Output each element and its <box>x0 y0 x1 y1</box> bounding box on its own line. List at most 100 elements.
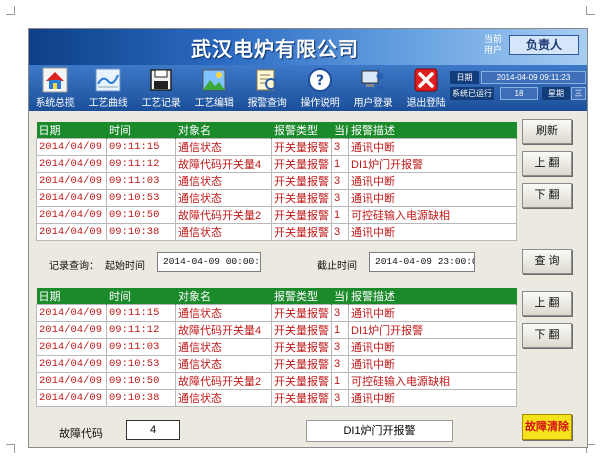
toolbar-item-process-curve[interactable]: 工艺曲线 <box>82 67 134 109</box>
process-curve-icon <box>95 68 121 92</box>
table-cell: 09:10:50 <box>106 372 176 390</box>
user-login-icon <box>361 70 386 91</box>
table-cell: 2014/04/09 <box>36 172 107 190</box>
table-cell: 开关量报警 <box>271 389 332 407</box>
table-row[interactable]: 2014/04/09 09:11:15 通信状态 开关量报警 3 通讯中断 <box>36 138 517 156</box>
refresh-button[interactable]: 刷新 <box>522 119 572 144</box>
table-cell: DI1炉门开报警 <box>348 155 517 173</box>
start-time-input[interactable]: 2014-04-09 00:00:00 <box>157 252 261 272</box>
table-cell: 开关量报警 <box>271 338 332 356</box>
table-cell: 09:10:38 <box>106 223 176 241</box>
table-cell: 1 <box>331 206 349 224</box>
runtime-row: 系统已运行 18 星期 三 <box>450 87 586 100</box>
table-header-row: 日期 时间 对象名 报警类型 当前 报警描述 <box>36 122 517 139</box>
svg-text:?: ? <box>316 73 324 89</box>
table-cell: 3 <box>331 189 349 207</box>
table-cell: 通讯中断 <box>348 304 517 322</box>
table-cell: 2014/04/09 <box>36 321 107 339</box>
table-cell: 09:10:53 <box>106 189 176 207</box>
history-page-down-button[interactable]: 下 翻 <box>522 323 572 348</box>
table-cell: 通信状态 <box>175 172 272 190</box>
table-row[interactable]: 2014/04/09 09:11:03 通信状态 开关量报警 3 通讯中断 <box>36 338 517 356</box>
table-cell: 开关量报警 <box>271 138 332 156</box>
table-row[interactable]: 2014/04/09 09:11:15 通信状态 开关量报警 3 通讯中断 <box>36 304 517 322</box>
table-cell: 3 <box>331 172 349 190</box>
table-cell: 09:11:15 <box>106 138 176 156</box>
runtime-label: 系统已运行 <box>450 87 494 100</box>
table-cell: 2014/04/09 <box>36 372 107 390</box>
table-cell: 09:11:15 <box>106 304 176 322</box>
clear-fault-button[interactable]: 故障清除 <box>522 414 572 440</box>
table-cell: 故障代码开关量2 <box>175 206 272 224</box>
query-label: 记录查询： <box>49 261 99 272</box>
runtime-value: 18 <box>500 87 538 100</box>
datetime-row: 日期 2014-04-09 09:11:23 <box>450 71 586 84</box>
table-cell: 1 <box>331 155 349 173</box>
table-row[interactable]: 2014/04/09 09:10:50 故障代码开关量2 开关量报警 1 可控硅输入电源缺… <box>36 206 517 224</box>
column-header: 报警描述 <box>348 288 517 305</box>
end-time-input[interactable]: 2014-04-09 23:00:00 <box>369 252 475 272</box>
table-cell: 3 <box>331 355 349 373</box>
toolbar-item-alarm-query[interactable]: 报警查询 <box>241 67 293 109</box>
table-row[interactable]: 2014/04/09 09:10:53 通信状态 开关量报警 3 通讯中断 <box>36 355 517 373</box>
table-cell: 通信状态 <box>175 355 272 373</box>
table-cell: 2014/04/09 <box>36 338 107 356</box>
table-row[interactable]: 2014/04/09 09:10:53 通信状态 开关量报警 3 通讯中断 <box>36 189 517 207</box>
table-cell: 通信状态 <box>175 138 272 156</box>
end-time-label: 截止时间 <box>317 261 357 272</box>
history-table: 日期 时间 对象名 报警类型 当前 报警描述 2014/04/0909:11:1… <box>36 288 517 407</box>
start-time-label: 起始时间 <box>105 261 145 272</box>
table-row[interactable]: 2014/04/09 09:10:38 通信状态 开关量报警 3 通讯中断 <box>36 223 517 241</box>
table-row[interactable]: 2014/04/09 09:11:12 故障代码开关量4 开关量报警 1 DI1炉门开报警 <box>36 321 517 339</box>
table-row[interactable]: 2014/04/09 09:11:12 故障代码开关量4 开关量报警 1 DI1炉门开报警 <box>36 155 517 173</box>
column-header: 报警类型 <box>271 122 332 139</box>
exit-x-icon <box>414 68 438 92</box>
table-cell: 3 <box>331 338 349 356</box>
main-toolbar: 系统总揽 工艺曲线 工艺记录 工艺编辑 报警查询 ? 操作说明 用户登录 退出登… <box>29 65 587 111</box>
table-cell: 09:10:53 <box>106 355 176 373</box>
toolbar-item-overview[interactable]: 系统总揽 <box>29 67 81 109</box>
toolbar-item-process-record[interactable]: 工艺记录 <box>135 67 187 109</box>
table-cell: 3 <box>331 223 349 241</box>
table-cell: 通讯中断 <box>348 355 517 373</box>
table-cell: 通讯中断 <box>348 389 517 407</box>
column-header: 对象名 <box>175 122 272 139</box>
table-row[interactable]: 2014/04/09 09:10:38 通信状态 开关量报警 3 通讯中断 <box>36 389 517 407</box>
alarm-table-body: 2014/04/09 09:11:15 通信状态 开关量报警 3 通讯中断 2014/04/… <box>36 138 517 241</box>
history-page-up-button[interactable]: 上 翻 <box>522 291 572 316</box>
toolbar-item-process-edit[interactable]: 工艺编辑 <box>188 67 240 109</box>
table-cell: 开关量报警 <box>271 223 332 241</box>
toolbar-label: 退出登陆 <box>406 98 446 109</box>
table-cell: 通信状态 <box>175 189 272 207</box>
table-cell: 故障代码开关量4 <box>175 321 272 339</box>
page-down-button[interactable]: 下 翻 <box>522 183 572 208</box>
column-header: 对象名 <box>175 288 272 305</box>
page-up-button[interactable]: 上 翻 <box>522 151 572 176</box>
column-header: 时间 <box>106 122 176 139</box>
toolbar-item-operation-guide[interactable]: ? 操作说明 <box>294 67 346 109</box>
toolbar-label: 操作说明 <box>300 98 340 109</box>
table-cell: 2014/04/09 <box>36 189 107 207</box>
table-cell: 开关量报警 <box>271 304 332 322</box>
query-button[interactable]: 查 询 <box>522 249 572 274</box>
current-user-field: 负责人 <box>509 35 579 55</box>
alarm-query-icon <box>256 69 279 92</box>
table-row[interactable]: 2014/04/09 09:10:50 故障代码开关量2 开关量报警 1 可控硅输入电源缺… <box>36 372 517 390</box>
table-cell: 开关量报警 <box>271 189 332 207</box>
table-cell: 通信状态 <box>175 389 272 407</box>
home-icon <box>42 67 68 93</box>
toolbar-item-user-login[interactable]: 用户登录 <box>347 67 399 109</box>
table-cell: 开关量报警 <box>271 206 332 224</box>
table-cell: 2014/04/09 <box>36 355 107 373</box>
table-cell: 09:11:12 <box>106 321 176 339</box>
table-cell: 09:11:03 <box>106 172 176 190</box>
toolbar-item-exit-login[interactable]: 退出登陆 <box>400 67 452 109</box>
alarm-table: 日期 时间 对象名 报警类型 当前 报警描述 2014/04/0909:11:1… <box>36 122 517 241</box>
table-cell: 通信状态 <box>175 223 272 241</box>
table-cell: 1 <box>331 372 349 390</box>
table-row[interactable]: 2014/04/09 09:11:03 通信状态 开关量报警 3 通讯中断 <box>36 172 517 190</box>
column-header: 日期 <box>36 288 107 305</box>
table-cell: 通讯中断 <box>348 189 517 207</box>
frame-corner <box>6 6 15 15</box>
table-cell: 可控硅输入电源缺相 <box>348 206 517 224</box>
